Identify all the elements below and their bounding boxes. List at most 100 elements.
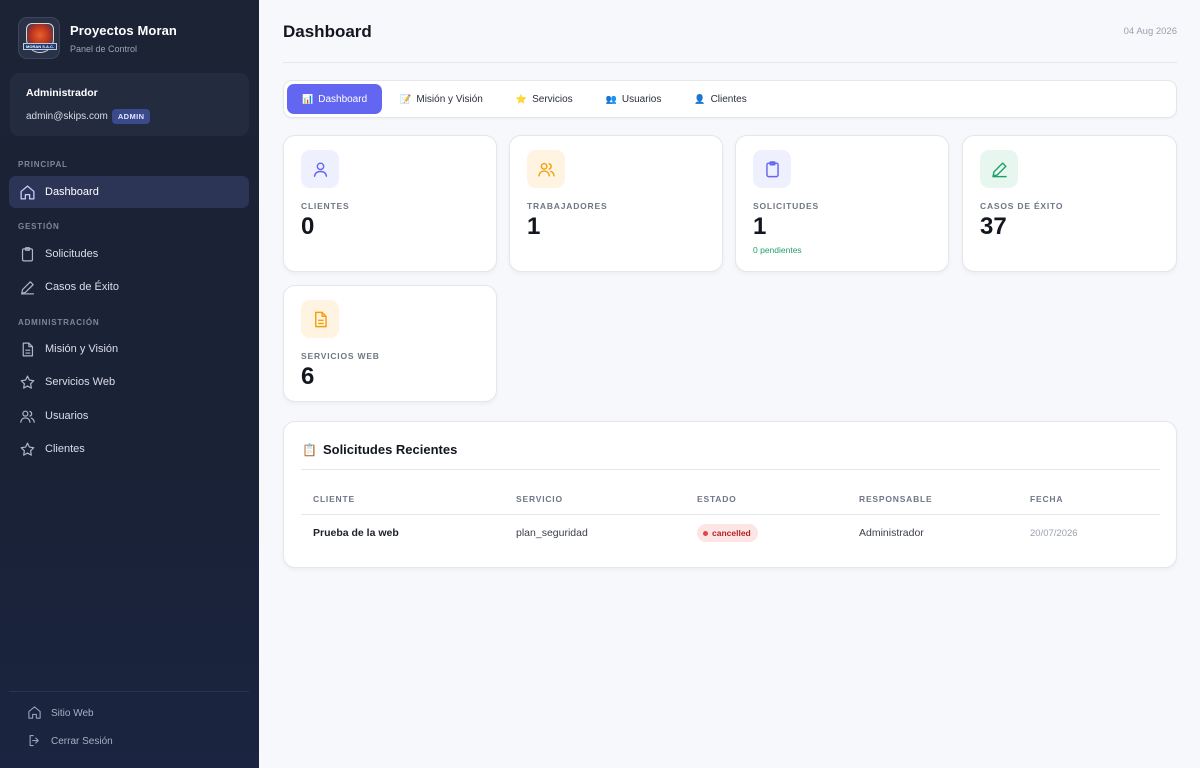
user-name: Administrador [26, 87, 98, 99]
column-header-cliente[interactable]: CLIENTE [313, 494, 355, 504]
stat-card-clientes[interactable]: CLIENTES 0 [283, 135, 497, 272]
recent-requests-title: 📋 Solicitudes Recientes [302, 442, 457, 457]
home-icon [27, 705, 43, 721]
document-icon [301, 300, 339, 338]
stat-label: SOLICITUDES [753, 201, 819, 211]
sidebar-item-mision-vision[interactable]: Misión y Visión [9, 333, 249, 365]
stat-value: 6 [301, 363, 315, 390]
sidebar-item-label: Dashboard [45, 186, 99, 198]
stat-card-casos-exito[interactable]: CASOS DE ÉXITO 37 [962, 135, 1177, 272]
stat-card-servicios-web[interactable]: SERVICIOS WEB 6 [283, 285, 497, 402]
recent-requests-title-text: Solicitudes Recientes [322, 442, 458, 457]
tab-label: Clientes [710, 93, 747, 105]
tab-label: Dashboard [318, 93, 368, 105]
role-badge: ADMIN [111, 109, 151, 124]
sidebar-item-label: Casos de Éxito [45, 281, 119, 293]
section-label-gestion: GESTIÓN [18, 222, 60, 231]
stat-value: 1 [527, 213, 541, 240]
sidebar-item-label: Solicitudes [45, 248, 99, 260]
clipboard-icon [18, 245, 36, 263]
page-title: Dashboard [283, 22, 372, 41]
cell-servicio: plan_seguridad [516, 527, 588, 539]
logout-link[interactable]: Cerrar Sesión [27, 731, 113, 751]
user-icon: 👤 [694, 93, 706, 104]
page-date: 04 Aug 2026 [1123, 26, 1177, 37]
users-icon [18, 407, 36, 425]
users-icon: 👥 [605, 93, 617, 104]
memo-icon: 📝 [400, 93, 412, 104]
tab-label: Usuarios [621, 93, 662, 105]
sidebar-item-servicios-web[interactable]: Servicios Web [9, 366, 249, 398]
stat-value: 1 [753, 213, 767, 240]
status-badge: cancelled [697, 524, 758, 542]
brand[interactable]: MORAN S.A.C. Proyectos Moran Panel de Co… [18, 17, 177, 59]
sidebar-item-usuarios[interactable]: Usuarios [9, 400, 249, 432]
stat-value: 37 [980, 213, 1007, 240]
stat-value: 0 [301, 213, 315, 240]
cell-cliente: Prueba de la web [313, 527, 399, 539]
cell-responsable: Administrador [859, 527, 924, 539]
panel-divider [301, 469, 1160, 470]
logout-icon [27, 733, 43, 749]
status-dot-icon [703, 530, 708, 536]
section-label-principal: PRINCIPAL [18, 160, 68, 169]
clipboard-icon: 📋 [302, 442, 317, 457]
star-icon: ⭐ [515, 93, 528, 104]
recent-requests-panel: 📋 Solicitudes Recientes CLIENTE SERVICIO… [283, 421, 1177, 568]
tab-bar: 📊 Dashboard 📝 Misión y Visión ⭐ Servicio… [283, 80, 1177, 118]
sidebar-item-clientes[interactable]: Clientes [9, 433, 249, 465]
user-card: Administrador admin@skips.com ADMIN [10, 73, 249, 136]
sidebar-item-dashboard[interactable]: Dashboard [9, 176, 249, 208]
section-label-administracion: ADMINISTRACIÓN [18, 318, 100, 327]
user-icon [301, 150, 339, 188]
tab-label: Misión y Visión [416, 93, 483, 105]
stat-label: TRABAJADORES [527, 201, 608, 211]
column-header-estado[interactable]: ESTADO [697, 494, 737, 504]
stat-label: CLIENTES [301, 201, 350, 211]
sidebar-item-label: Servicios Web [45, 376, 116, 388]
star-icon [18, 373, 36, 391]
tab-usuarios[interactable]: 👥 Usuarios [591, 84, 677, 114]
main-content: Dashboard 04 Aug 2026 📊 Dashboard 📝 Misi… [259, 0, 1200, 768]
stat-label: CASOS DE ÉXITO [980, 201, 1064, 211]
sidebar-item-solicitudes[interactable]: Solicitudes [9, 238, 249, 270]
brand-subtitle: Panel de Control [70, 43, 138, 54]
sidebar-item-label: Misión y Visión [45, 343, 119, 355]
pending-note: 0 pendientes [753, 245, 802, 255]
logo-band: MORAN S.A.C. [23, 43, 57, 50]
pencil-icon [18, 278, 36, 296]
column-header-servicio[interactable]: SERVICIO [516, 494, 563, 504]
sitio-web-link[interactable]: Sitio Web [27, 703, 94, 723]
column-header-responsable[interactable]: RESPONSABLE [859, 494, 933, 504]
user-email: admin@skips.com [26, 111, 108, 122]
cell-fecha: 20/07/2026 [1030, 528, 1078, 539]
users-icon [527, 150, 565, 188]
tab-label: Servicios [532, 93, 573, 105]
sidebar: MORAN S.A.C. Proyectos Moran Panel de Co… [0, 0, 259, 768]
chart-icon: 📊 [302, 93, 314, 104]
table-header-divider [301, 514, 1160, 515]
column-header-fecha[interactable]: FECHA [1030, 494, 1063, 504]
stat-label: SERVICIOS WEB [301, 351, 380, 361]
header-divider [283, 62, 1177, 63]
brand-title: Proyectos Moran [70, 22, 177, 38]
tab-servicios[interactable]: ⭐ Servicios [501, 84, 588, 114]
home-icon [18, 183, 36, 201]
pencil-icon [980, 150, 1018, 188]
stat-card-trabajadores[interactable]: TRABAJADORES 1 [509, 135, 723, 272]
document-icon [18, 340, 36, 358]
tab-mision-vision[interactable]: 📝 Misión y Visión [385, 84, 498, 114]
company-logo: MORAN S.A.C. [18, 17, 60, 59]
sidebar-item-label: Clientes [45, 443, 85, 455]
sidebar-item-casos-de-exito[interactable]: Casos de Éxito [9, 271, 249, 303]
tab-clientes[interactable]: 👤 Clientes [679, 84, 761, 114]
star-icon [18, 440, 36, 458]
tab-dashboard[interactable]: 📊 Dashboard [287, 84, 383, 114]
footer-item-label: Cerrar Sesión [51, 735, 113, 747]
sidebar-item-label: Usuarios [45, 410, 89, 422]
clipboard-icon [753, 150, 791, 188]
status-text: cancelled [712, 528, 751, 538]
stat-card-solicitudes[interactable]: SOLICITUDES 1 0 pendientes [735, 135, 949, 272]
footer-item-label: Sitio Web [51, 707, 94, 719]
sidebar-divider [9, 691, 249, 692]
